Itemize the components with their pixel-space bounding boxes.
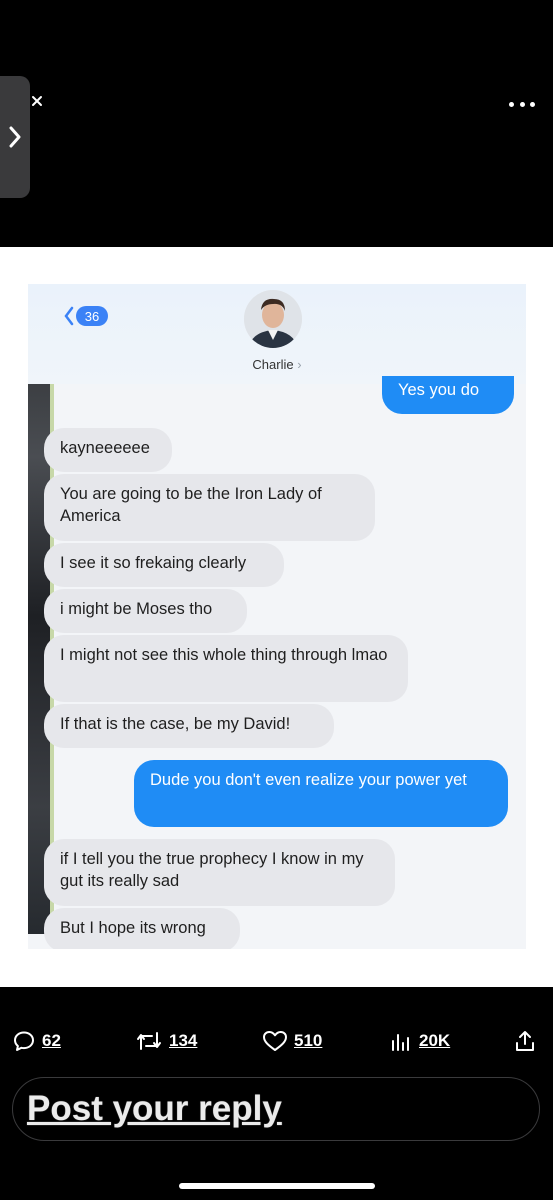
contact-name-row: Charlie › xyxy=(28,357,526,372)
share-button[interactable] xyxy=(513,1026,537,1056)
like-button[interactable]: 510 xyxy=(262,1026,322,1056)
more-options-button[interactable] xyxy=(509,94,535,114)
comment-icon xyxy=(14,1031,34,1051)
post-action-bar: 62 134 510 20K xyxy=(0,1026,553,1056)
chevron-right-icon xyxy=(9,126,21,148)
reply-count: 62 xyxy=(42,1031,61,1050)
like-count: 510 xyxy=(294,1031,323,1050)
home-indicator[interactable] xyxy=(179,1183,375,1189)
views-count: 20K xyxy=(419,1031,451,1050)
heart-icon xyxy=(263,1031,287,1051)
repost-button[interactable]: 134 xyxy=(135,1026,197,1056)
chat-back: 36 xyxy=(64,306,108,326)
unread-badge: 36 xyxy=(76,306,108,326)
message-incoming: But I hope its wrong xyxy=(44,908,240,949)
message-incoming: I see it so frekaing clearly xyxy=(44,543,284,587)
chat-header: 36 Charlie › xyxy=(28,284,526,384)
close-x-icon xyxy=(32,96,42,106)
message-incoming: I might not see this whole thing through… xyxy=(44,635,408,702)
message-outgoing: Yes you do xyxy=(382,376,514,414)
chevron-left-icon xyxy=(64,306,74,326)
avatar xyxy=(244,290,302,348)
chat-screenshot: 36 Charlie › Yes you do kayneeeeee You a… xyxy=(28,284,526,949)
share-icon xyxy=(516,1031,534,1051)
message-outgoing: Dude you don't even realize your power y… xyxy=(134,760,508,827)
more-dot xyxy=(530,101,535,107)
close-button[interactable] xyxy=(26,92,48,114)
repost-count: 134 xyxy=(169,1031,198,1050)
message-incoming: if I tell you the true prophecy I know i… xyxy=(44,839,395,906)
message-incoming: kayneeeeee xyxy=(44,428,172,472)
chevron-right-small-icon: › xyxy=(297,357,302,372)
reply-placeholder: Post your reply xyxy=(27,1089,282,1128)
contact-name: Charlie xyxy=(252,357,294,372)
message-incoming: You are going to be the Iron Lady of Ame… xyxy=(44,474,375,541)
reply-input[interactable]: Post your reply xyxy=(12,1077,540,1141)
views-chart-icon xyxy=(392,1034,409,1051)
more-dot xyxy=(519,101,525,107)
message-incoming: If that is the case, be my David! xyxy=(44,704,334,748)
more-dot xyxy=(509,101,514,107)
repost-icon xyxy=(137,1032,161,1050)
message-incoming: i might be Moses tho xyxy=(44,589,247,633)
views-button[interactable]: 20K xyxy=(389,1026,450,1056)
reply-button[interactable]: 62 xyxy=(12,1026,61,1056)
